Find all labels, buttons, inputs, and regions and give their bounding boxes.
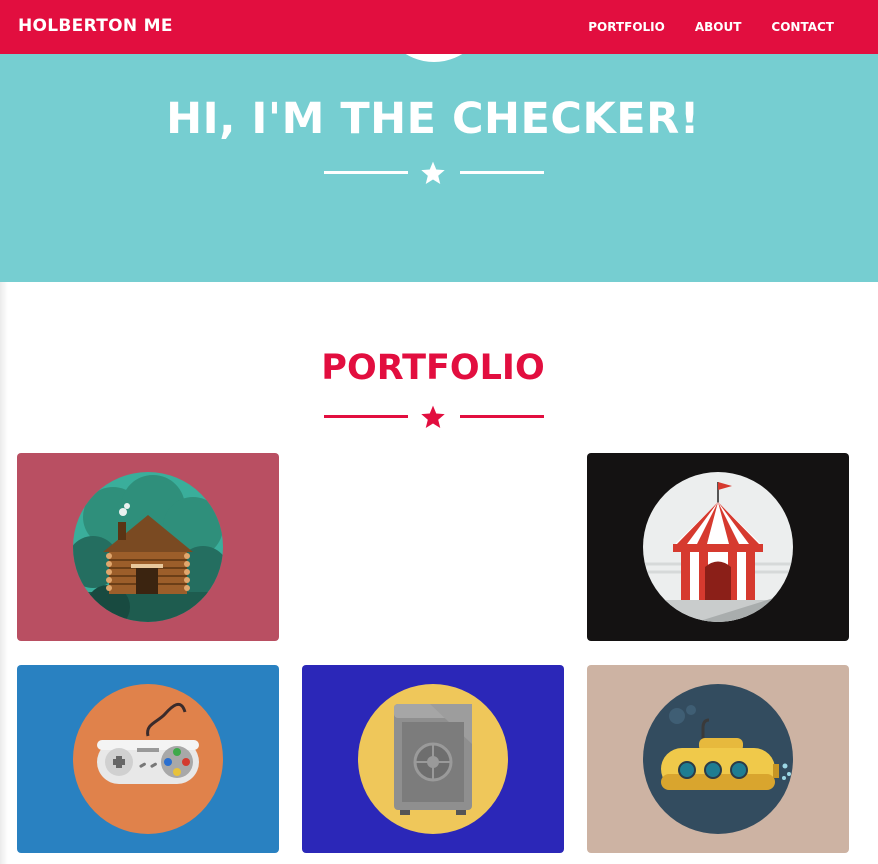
portfolio-divider (324, 402, 544, 432)
divider-line (324, 415, 408, 418)
star-icon (421, 161, 445, 185)
nav-link-contact[interactable]: CONTACT (771, 20, 834, 34)
portfolio-item-controller[interactable] (17, 665, 279, 853)
divider-line (460, 415, 544, 418)
hero-title: HI, I'M THE CHECKER! (166, 94, 700, 144)
cabin-icon (73, 472, 223, 622)
divider-line (460, 171, 544, 174)
circus-tent-icon (643, 472, 793, 622)
divider-line (324, 171, 408, 174)
portfolio-item-circus[interactable] (587, 453, 849, 641)
portfolio-item-cabin[interactable] (17, 453, 279, 641)
portfolio-title: PORTFOLIO (321, 348, 545, 388)
star-icon (421, 405, 445, 429)
nav-link-portfolio[interactable]: PORTFOLIO (588, 20, 665, 34)
game-controller-icon (73, 684, 223, 834)
nav-link-about[interactable]: ABOUT (695, 20, 742, 34)
safe-icon (358, 684, 508, 834)
portfolio-item-safe[interactable] (302, 665, 564, 853)
submarine-icon (643, 684, 793, 834)
navbar: HOLBERTON ME PORTFOLIO ABOUT CONTACT (0, 0, 878, 54)
hero-section: HI, I'M THE CHECKER! (0, 54, 878, 282)
brand-logo[interactable]: HOLBERTON ME (18, 16, 173, 36)
portfolio-item-submarine[interactable] (587, 665, 849, 853)
nav-links: PORTFOLIO ABOUT CONTACT (588, 20, 834, 34)
avatar (380, 54, 488, 62)
hero-divider (324, 158, 544, 188)
